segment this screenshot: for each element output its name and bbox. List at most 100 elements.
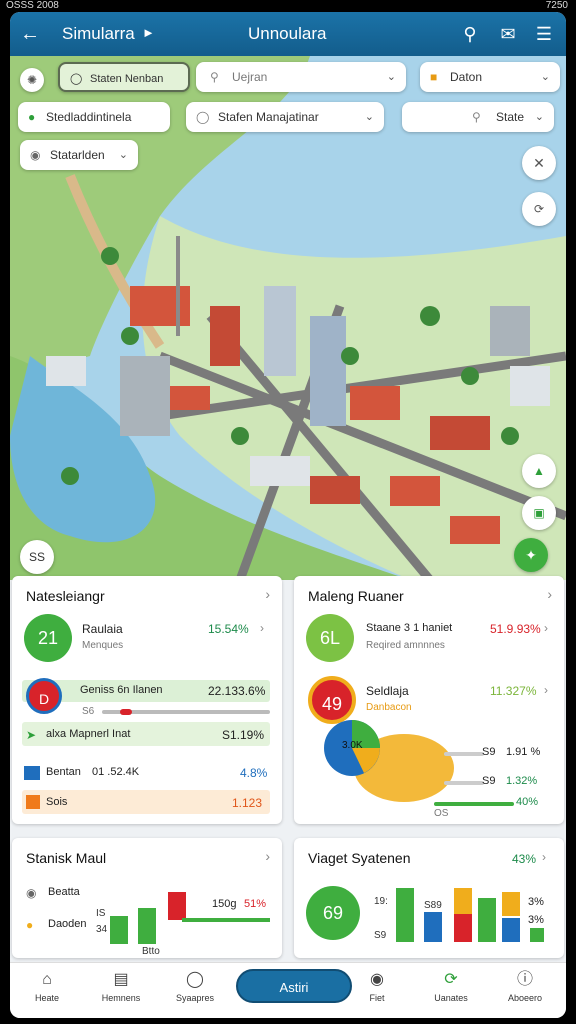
chevron-down-icon: ⌄ [386, 71, 396, 83]
chevron-right-icon[interactable]: › [265, 586, 270, 602]
chevron-right-icon[interactable]: › [544, 683, 548, 697]
menu-icon[interactable]: ☰ [532, 22, 556, 46]
chevron-right-icon[interactable]: › [260, 621, 264, 635]
row-sub: S6 [82, 706, 95, 717]
nav-item-syaapres[interactable]: ◯ Syaapres [160, 969, 230, 1003]
layers-icon[interactable]: ▲ [522, 454, 556, 488]
city-map[interactable]: ✺ ◯ Staten Nenban ⚲ Uejran ⌄ ■ Daton ⌄ ●… [10, 56, 566, 580]
bar [424, 912, 442, 942]
bar [168, 892, 186, 920]
card-title: Maleng Ruaner [308, 588, 404, 604]
bar [478, 898, 496, 942]
row-label: S9 [482, 775, 496, 787]
row-value: 1.123 [232, 796, 263, 810]
bar [110, 916, 128, 944]
summary-card-right: Viaget Syatenen 43% › 69 19: S9 S89 3% 3… [294, 838, 564, 958]
search-icon[interactable]: ⚲ [458, 22, 482, 46]
close-icon[interactable]: ✕ [522, 146, 556, 180]
filter-chip-label: Statarlden [50, 148, 105, 162]
drag-icon[interactable]: ✺ [20, 68, 44, 92]
chevron-right-icon[interactable]: › [265, 848, 270, 864]
bar [502, 892, 520, 916]
chevron-right-icon[interactable]: › [544, 621, 548, 635]
row-label: Sois [46, 796, 68, 808]
nav-item-home[interactable]: ⌂ Heate [12, 969, 82, 1003]
status-bar: OSSS 2008 7250 [0, 0, 576, 12]
axis-label: 3% [528, 896, 544, 908]
stats-card-right: Maleng Ruaner › 6L Staane 3 1 haniet Req… [294, 576, 564, 824]
axis-label: IS [96, 908, 106, 919]
nav-label: Hemnens [101, 993, 141, 1003]
search-icon: ⚲ [472, 110, 481, 124]
filter-chip-status[interactable]: ● Stedladdintinela [18, 102, 170, 132]
search-icon: ⚲ [210, 70, 219, 84]
nav-item-members[interactable]: ▤ Hemnens [86, 969, 156, 1003]
chevron-right-icon[interactable]: › [542, 850, 546, 864]
row-value: 1.32% [506, 775, 538, 787]
nav-item-updates[interactable]: ⟳ Uanates [416, 969, 486, 1003]
notification-icon[interactable]: ✉ [496, 22, 520, 46]
coin-icon: ● [26, 918, 34, 932]
map-type-icon[interactable]: ▣ [522, 496, 556, 530]
zoom-level-label: SS [28, 550, 45, 564]
axis-label: 19: [374, 896, 388, 907]
filter-chip-station[interactable]: ◯ Staten Nenban [58, 62, 190, 92]
filter-chip-label: Daton [450, 70, 483, 84]
bar [454, 914, 472, 942]
card-title: Stanisk Maul [26, 850, 107, 866]
green-dot-icon: ● [28, 110, 36, 124]
badge-icon: ■ [430, 70, 438, 84]
filter-chip-label: Staten Nenban [90, 73, 164, 85]
location-pin-icon: ◉ [30, 148, 41, 162]
filter-chip-date[interactable]: ■ Daton ⌄ [420, 62, 560, 92]
filter-chip-location[interactable]: ◉ Statarlden ⌄ [20, 140, 138, 170]
nav-item-fiet[interactable]: ◉ Fiet [342, 969, 412, 1003]
axis-label: Btto [142, 946, 160, 957]
page-title: Unnoulara [248, 24, 327, 43]
bar-fill [434, 802, 514, 806]
user-icon: ◉ [26, 886, 37, 900]
progress-fill [120, 709, 132, 715]
refresh-icon: ⟳ [444, 971, 458, 988]
legend-item: Daoden [48, 918, 87, 930]
status-time: OSSS 2008 [6, 0, 59, 11]
row-value: 40% [516, 796, 539, 808]
play-icon[interactable]: ► [142, 25, 155, 40]
nav-label: Syaapres [175, 993, 215, 1003]
app-window: ← Simularra ► Unnoulara ⚲ ✉ ☰ ✺ ◯ Staten… [10, 12, 566, 1018]
axis-label: 3% [528, 914, 544, 926]
nav-item-about[interactable]: ⓘ Aboeero [490, 969, 560, 1003]
nav-label: Aboeero [507, 993, 543, 1003]
metric-pct: 51.9.93% [490, 622, 541, 636]
card-title: Viaget Syatenen [308, 850, 411, 866]
summary-card-left: Stanisk Maul › ◉ Beatta ● Daoden IS 34 1… [12, 838, 282, 958]
axis-label: 34 [96, 924, 108, 935]
arrow-icon: ➤ [26, 728, 37, 742]
primary-action-button[interactable]: Astiri [236, 969, 352, 1003]
metric-pct: 15.54% [208, 622, 249, 636]
app-title: Simularra [62, 24, 135, 43]
chevron-right-icon[interactable]: › [547, 586, 552, 602]
row-value: S1.19% [222, 728, 265, 742]
row-label: Geniss 6n Ilanen [80, 684, 163, 696]
bar [454, 888, 472, 914]
refresh-icon[interactable]: ⟳ [522, 192, 556, 226]
search-input[interactable]: ⚲ Uejran ⌄ [196, 62, 406, 92]
filter-chip-label: Stafen Manajatinar [218, 110, 319, 124]
zoom-level-button[interactable]: SS [20, 540, 54, 574]
stats-card-left: Natesleiangr › 21 Raulaia Menques 15.54%… [12, 576, 282, 824]
card-pct: 43% [512, 852, 537, 866]
back-arrow-icon[interactable]: ← [20, 22, 44, 46]
chevron-down-icon: ⌄ [540, 71, 550, 83]
metric-circle: 6L [306, 614, 354, 662]
pie-label: 3.0K [342, 740, 363, 751]
filter-chip-management[interactable]: ◯ Stafen Manajatinar ⌄ [186, 102, 384, 132]
locate-icon[interactable]: ✦ [514, 538, 548, 572]
filter-chip-label: State [496, 110, 525, 124]
blue-square-icon [24, 766, 40, 780]
row-value: 22.133.6% [208, 684, 266, 698]
pie-chart [324, 720, 454, 802]
bar-track [444, 781, 484, 785]
metric-sub: Menques [82, 640, 124, 651]
filter-chip-state[interactable]: ⚲ State ⌄ [402, 102, 554, 132]
